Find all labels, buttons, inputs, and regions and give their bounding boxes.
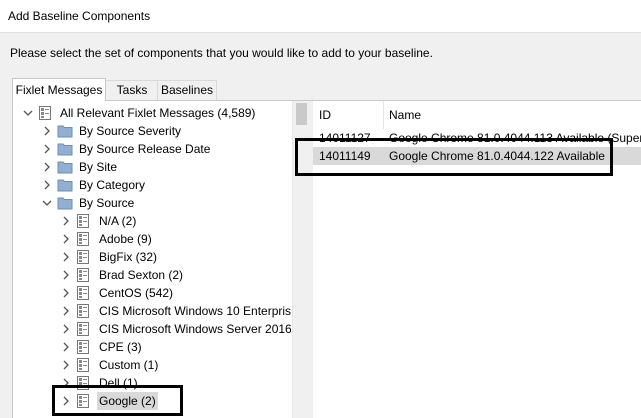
window-title: Add Baseline Components	[8, 9, 151, 23]
tree-node-label: N/A (2)	[99, 214, 137, 228]
tree-node-label: CIS Microsoft Windows 10 Enterprise	[99, 304, 291, 318]
tree-node-label: By Site	[79, 160, 118, 174]
highlight-box-selected-row	[295, 138, 613, 176]
fixlet-tree[interactable]: All Relevant Fixlet Messages (4,589) By …	[13, 101, 291, 418]
folder-icon	[57, 142, 73, 156]
tree-node-label: CIS Microsoft Windows Server 2016 F	[99, 322, 291, 336]
tree-node-label: By Source Release Date	[79, 142, 211, 156]
chevron-right-icon[interactable]	[61, 341, 71, 353]
chevron-right-icon[interactable]	[61, 233, 71, 245]
tree-node-label: CentOS (542)	[99, 286, 174, 300]
chevron-down-icon[interactable]	[23, 107, 33, 119]
chevron-right-icon[interactable]	[42, 179, 52, 191]
chevron-right-icon[interactable]	[42, 143, 52, 155]
tab-fixlet-messages[interactable]: Fixlet Messages	[12, 78, 106, 101]
tree-node-source[interactable]: CIS Microsoft Windows Server 2016 F	[13, 320, 291, 338]
title-bar: Add Baseline Components	[0, 0, 641, 33]
folder-icon	[57, 178, 73, 192]
chevron-right-icon[interactable]	[61, 305, 71, 317]
tree-node-label: By Source Severity	[79, 124, 182, 138]
tree-node-source[interactable]: Adobe (9)	[13, 230, 291, 248]
fixlet-list-icon	[76, 267, 92, 283]
tree-node-label: BigFix (32)	[99, 250, 158, 264]
tab-baselines[interactable]: Baselines	[157, 80, 217, 100]
chevron-down-icon[interactable]	[42, 197, 52, 209]
chevron-right-icon[interactable]	[61, 215, 71, 227]
tree-node-label: Brad Sexton (2)	[99, 268, 184, 282]
fixlet-list-icon	[76, 357, 92, 373]
instructions-text: Please select the set of components that…	[10, 46, 433, 60]
tree-node-group[interactable]: By Source Release Date	[13, 140, 291, 158]
chevron-right-icon[interactable]	[42, 125, 52, 137]
tree-node-source[interactable]: BigFix (32)	[13, 248, 291, 266]
tree-node-group[interactable]: By Source	[13, 194, 291, 212]
tree-node-source[interactable]: N/A (2)	[13, 212, 291, 230]
tree-node-group[interactable]: By Source Severity	[13, 122, 291, 140]
tree-node-group[interactable]: By Category	[13, 176, 291, 194]
tab-label: Fixlet Messages	[15, 83, 103, 97]
fixlet-list-icon	[76, 303, 92, 319]
column-header-id[interactable]: ID	[319, 101, 331, 129]
tree-node-label: Custom (1)	[99, 358, 159, 372]
tree-node-label: By Category	[79, 178, 146, 192]
tree-node-label: By Source	[79, 196, 135, 210]
fixlet-list-icon	[76, 285, 92, 301]
tree-node-label: CPE (3)	[99, 340, 142, 354]
tree-node-source[interactable]: CIS Microsoft Windows 10 Enterprise	[13, 302, 291, 320]
fixlet-list-icon	[76, 213, 92, 229]
tab-label: Baselines	[160, 83, 214, 97]
column-separator[interactable]	[383, 101, 384, 129]
chevron-right-icon[interactable]	[61, 287, 71, 299]
tree-node-root[interactable]: All Relevant Fixlet Messages (4,589)	[13, 104, 291, 122]
tree-node-group[interactable]: By Site	[13, 158, 291, 176]
chevron-right-icon[interactable]	[61, 323, 71, 335]
tree-node-label: Adobe (9)	[99, 232, 152, 246]
fixlet-list-icon	[76, 339, 92, 355]
tree-node-source[interactable]: Brad Sexton (2)	[13, 266, 291, 284]
tree-node-label: All Relevant Fixlet Messages (4,589)	[60, 106, 256, 120]
fixlet-list-icon	[76, 231, 92, 247]
highlight-box-google	[52, 385, 183, 416]
fixlet-list-icon	[76, 321, 92, 337]
folder-icon	[57, 160, 73, 174]
chevron-right-icon[interactable]	[61, 269, 71, 281]
tab-tasks[interactable]: Tasks	[105, 80, 159, 100]
tab-label: Tasks	[116, 83, 148, 97]
folder-icon	[57, 124, 73, 138]
chevron-right-icon[interactable]	[61, 359, 71, 371]
tree-node-source[interactable]: CPE (3)	[13, 338, 291, 356]
fixlet-list-icon	[38, 105, 54, 121]
folder-icon	[57, 196, 73, 210]
scrollbar-thumb[interactable]	[296, 103, 307, 125]
column-header-name[interactable]: Name	[389, 101, 421, 129]
fixlet-list-icon	[76, 249, 92, 265]
tree-node-source[interactable]: CentOS (542)	[13, 284, 291, 302]
chevron-right-icon[interactable]	[42, 161, 52, 173]
tree-node-source[interactable]: Custom (1)	[13, 356, 291, 374]
chevron-right-icon[interactable]	[61, 251, 71, 263]
